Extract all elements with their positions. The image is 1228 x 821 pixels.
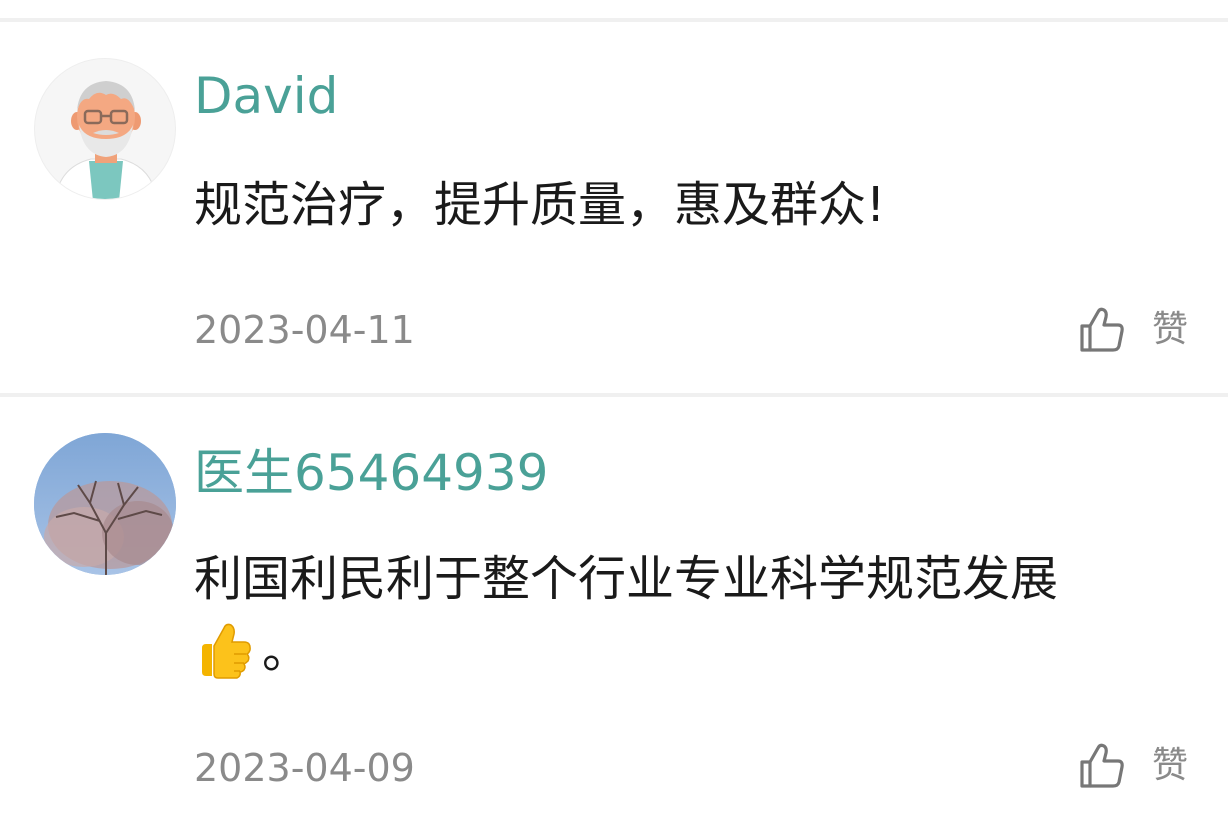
thumbs-up-emoji: [202, 623, 251, 679]
thumbs-up-icon: [1080, 743, 1124, 788]
doctor-avatar-icon: [54, 81, 158, 199]
avatar[interactable]: [34, 433, 176, 575]
comment-text-suffix: 。: [262, 623, 311, 679]
comment-text: 利国利民利于整个行业专业科学规范发展 。: [194, 543, 1184, 687]
thumbs-up-icon: [1080, 307, 1124, 352]
username[interactable]: 医生65464939: [194, 443, 549, 503]
comment-text: 规范治疗，提升质量，惠及群众!: [194, 177, 886, 233]
comment-item: David 规范治疗，提升质量，惠及群众! 2023-04-11 赞: [0, 22, 1228, 393]
comment-date: 2023-04-09: [194, 746, 415, 790]
like-label: 赞: [1152, 309, 1189, 350]
like-button[interactable]: 赞: [1076, 304, 1188, 356]
like-label: 赞: [1152, 745, 1189, 786]
comment-emoji-line: 。: [194, 615, 1184, 687]
tree-photo-avatar: [34, 433, 176, 575]
comment-date: 2023-04-11: [194, 308, 415, 352]
avatar[interactable]: [34, 58, 176, 200]
comment-text-line: 利国利民利于整个行业专业科学规范发展: [194, 551, 1059, 607]
like-button[interactable]: 赞: [1076, 740, 1188, 792]
username[interactable]: David: [194, 66, 338, 126]
comment-item: 医生65464939 利国利民利于整个行业专业科学规范发展 。 2023-04-…: [0, 397, 1228, 821]
